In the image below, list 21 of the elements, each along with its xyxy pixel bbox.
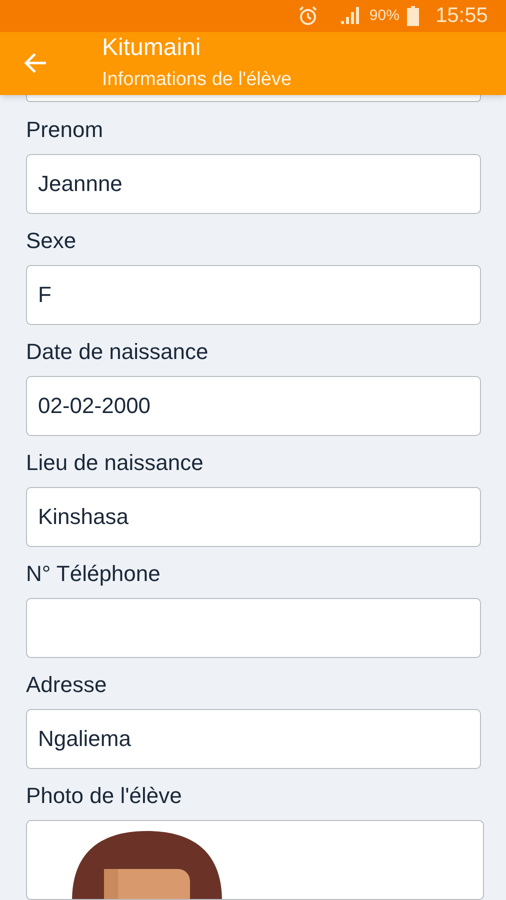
alarm-icon	[297, 4, 320, 27]
app-title: Kitumaini	[102, 33, 202, 64]
battery-icon	[407, 6, 420, 26]
field-label: N° Téléphone	[26, 560, 162, 588]
clock: 15:55	[435, 3, 488, 29]
input-field[interactable]: Ngaliema	[26, 709, 481, 769]
input-field[interactable]: F	[26, 265, 481, 325]
field-label: Date de naissance	[26, 338, 210, 366]
field-label: Sexe	[26, 227, 78, 255]
input-field[interactable]: Kinshasa	[26, 487, 481, 547]
field-label: Lieu de naissance	[26, 449, 204, 477]
field-label: Photo de l'élève	[26, 782, 183, 810]
battery-percentage: 90%	[369, 6, 400, 26]
back-arrow-icon	[23, 52, 47, 74]
field-label: Prenom	[26, 116, 104, 144]
field-label: Adresse	[26, 671, 108, 699]
input-field[interactable]: 02-02-2000	[26, 376, 481, 436]
screen-subtitle: Informations de l'élève	[102, 68, 292, 92]
signal-icon	[339, 6, 362, 26]
input-field[interactable]	[26, 598, 481, 658]
input-field[interactable]: Jeannne	[26, 154, 481, 214]
